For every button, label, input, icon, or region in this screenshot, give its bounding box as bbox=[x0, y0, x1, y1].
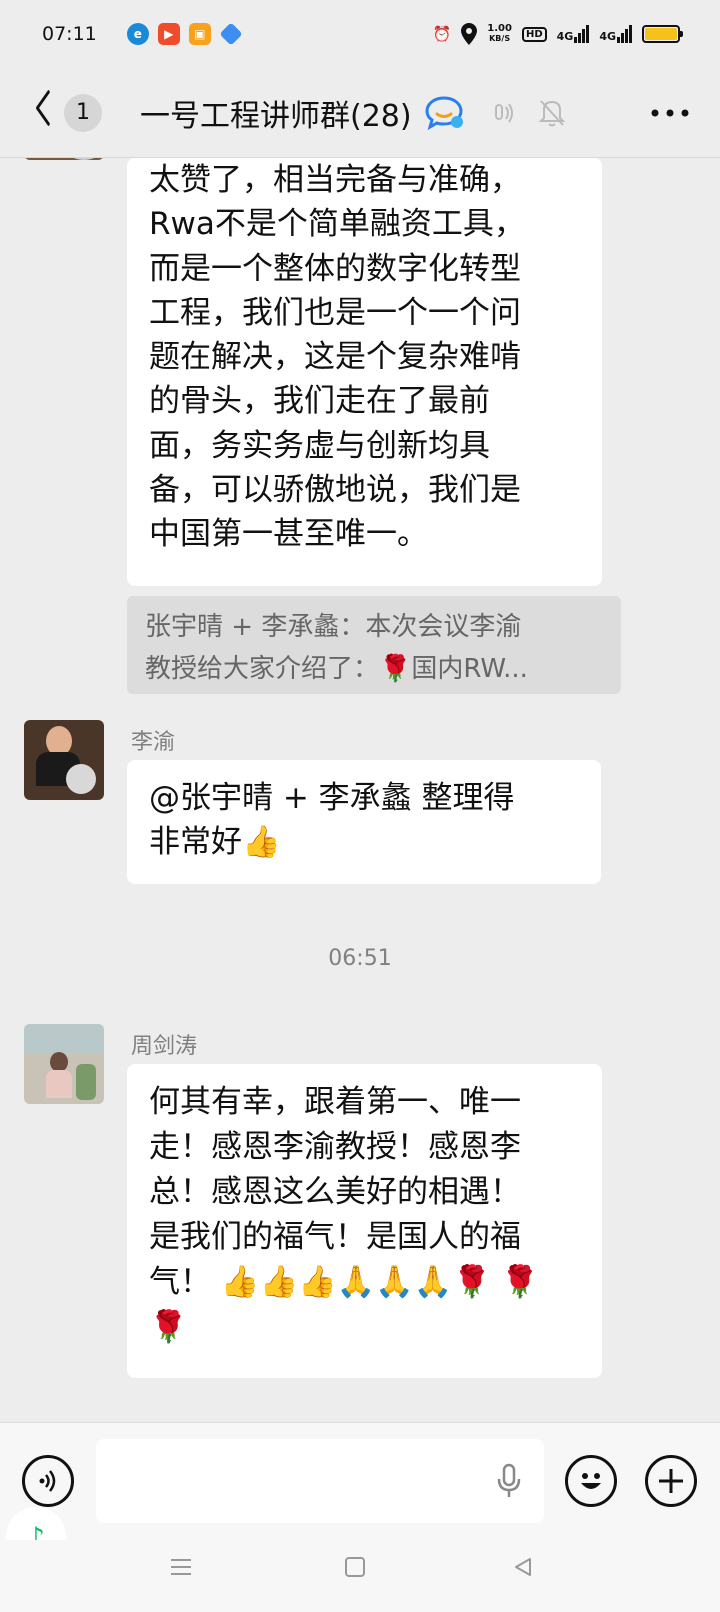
message-line: 是我们的福气！是国人的福 bbox=[149, 1219, 521, 1255]
quote-line: 教授给大家介绍了：🌹国内RW... bbox=[145, 654, 528, 684]
status-time: 07:11 bbox=[42, 23, 97, 45]
hd-badge: HD bbox=[521, 26, 547, 42]
chat-header: 1 一号工程讲师群(28) bbox=[0, 68, 720, 158]
system-status: ⏰ 1.00 KB/S HD 4G 4G bbox=[432, 23, 683, 45]
message-bubble[interactable]: 何其有幸，跟着第一、唯一 走！感恩李渝教授！感恩李 总！感恩这么美好的相遇！ 是… bbox=[127, 1064, 602, 1378]
video-app-icon: ▶ bbox=[157, 23, 180, 45]
location-icon bbox=[461, 23, 478, 45]
more-options-icon[interactable] bbox=[650, 108, 690, 118]
message-list[interactable]: 太赞了，相当完备与准确， Rwa不是个简单融资工具， 而是一个整体的数字化转型 … bbox=[0, 158, 720, 1422]
status-bar: 07:11 e ▶ ▣ ⏰ 1.00 KB/S HD 4G 4G bbox=[0, 0, 720, 68]
unread-count-badge[interactable]: 1 bbox=[64, 93, 102, 132]
blue-app-icon bbox=[219, 22, 243, 46]
message-line: 走！感恩李渝教授！感恩李 bbox=[149, 1129, 521, 1165]
edge-browser-icon: e bbox=[126, 23, 149, 45]
sender-name: 周剑涛 bbox=[131, 1034, 198, 1059]
home-icon[interactable] bbox=[344, 1556, 366, 1578]
message-line: 总！感恩这么美好的相遇！ bbox=[149, 1174, 521, 1210]
message-line: 的骨头，我们走在了最前 bbox=[149, 383, 490, 420]
message-line: 气！ 👍👍👍🙏🙏🙏🌹 🌹 bbox=[149, 1264, 540, 1300]
mute-bell-icon[interactable] bbox=[538, 98, 566, 128]
voice-icon[interactable] bbox=[22, 1455, 74, 1507]
message-line: 太赞了，相当完备与准确， bbox=[149, 162, 521, 198]
quote-line: 张宇晴 + 李承蠡：本次会议李渝 bbox=[145, 612, 522, 642]
battery-icon bbox=[642, 25, 683, 43]
message-line: 工程，我们也是一个一个问 bbox=[149, 294, 521, 331]
message-bubble[interactable]: 太赞了，相当完备与准确， Rwa不是个简单融资工具， 而是一个整体的数字化转型 … bbox=[127, 158, 602, 586]
message-line: 题在解决，这是个复杂难啃 bbox=[149, 339, 521, 376]
message-line: @张宇晴 + 李承蠡 整理得 bbox=[149, 780, 515, 816]
message-line: 何其有幸，跟着第一、唯一 bbox=[149, 1084, 521, 1120]
message-bubble[interactable]: @张宇晴 + 李承蠡 整理得 非常好👍 bbox=[127, 760, 601, 884]
alarm-icon: ⏰ bbox=[432, 25, 452, 43]
message-line: 备，可以骄傲地说，我们是 bbox=[149, 472, 521, 509]
input-bar bbox=[0, 1422, 720, 1540]
avatar[interactable] bbox=[24, 1024, 104, 1104]
avatar[interactable] bbox=[24, 158, 104, 160]
notification-icons: e ▶ ▣ bbox=[126, 22, 243, 46]
signal-icon: 4G bbox=[557, 25, 590, 43]
system-nav-bar bbox=[0, 1540, 720, 1612]
chat-title: 一号工程讲师群(28) bbox=[140, 98, 412, 134]
mic-icon[interactable] bbox=[496, 1463, 522, 1499]
recent-apps-icon[interactable] bbox=[170, 1556, 192, 1578]
net-speed: 1.00 KB/S bbox=[487, 23, 512, 44]
plus-icon[interactable] bbox=[645, 1455, 697, 1507]
voice-muted-icon[interactable] bbox=[488, 99, 516, 127]
emoji-icon[interactable] bbox=[565, 1455, 617, 1507]
sender-name: 李渝 bbox=[131, 730, 176, 755]
signal-icon-2: 4G bbox=[599, 25, 632, 43]
message-line: 非常好👍 bbox=[149, 824, 281, 860]
avatar[interactable] bbox=[24, 720, 104, 800]
message-line: 而是一个整体的数字化转型 bbox=[149, 250, 521, 287]
back-nav-icon[interactable] bbox=[512, 1556, 534, 1578]
message-input[interactable] bbox=[96, 1439, 544, 1523]
message-line: Rwa不是个简单融资工具， bbox=[149, 206, 525, 243]
message-line: 面，务实务虚与创新均具 bbox=[149, 427, 490, 464]
chevron-left-icon[interactable] bbox=[35, 90, 56, 135]
media-app-icon: ▣ bbox=[188, 23, 211, 45]
group-chat-icon bbox=[425, 95, 463, 130]
message-timestamp: 06:51 bbox=[328, 946, 392, 971]
message-line: 中国第一甚至唯一。 bbox=[149, 516, 428, 553]
quoted-message[interactable]: 张宇晴 + 李承蠡：本次会议李渝 教授给大家介绍了：🌹国内RW... bbox=[127, 596, 621, 694]
message-line: 🌹 bbox=[149, 1309, 188, 1345]
